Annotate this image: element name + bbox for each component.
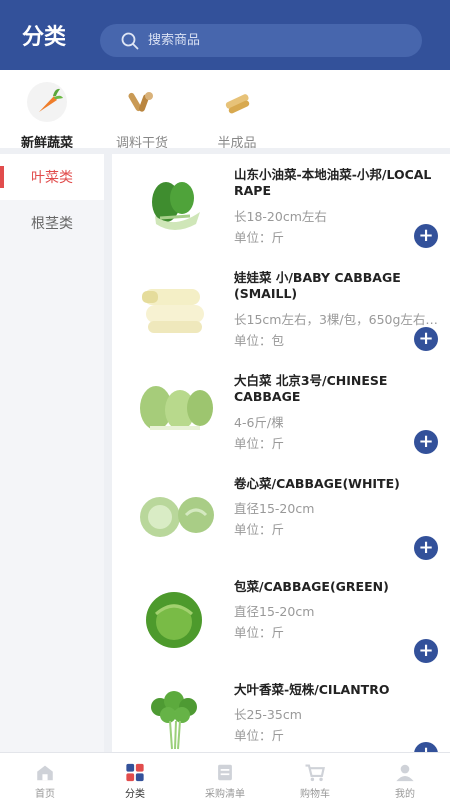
product-name: 包菜/CABBAGE(GREEN) (234, 579, 389, 594)
product-spec: 直径15-20cm (234, 604, 315, 619)
list-item[interactable]: 包菜/CABBAGE(GREEN) 直径15-20cm 单位：斤 + (112, 566, 450, 669)
sidebar-item-leafy[interactable]: 叶菜类 (0, 154, 104, 200)
list-icon (218, 764, 232, 781)
search-input[interactable] (148, 33, 388, 48)
search-bar[interactable] (100, 24, 422, 57)
product-name: 山东小油菜-本地油菜-小邦/LOCAL RAPE (234, 167, 432, 198)
product-list[interactable]: 山东小油菜-本地油菜-小邦/LOCAL RAPE 长18-20cm左右 单位：斤… (112, 154, 450, 752)
category-seasoning[interactable]: 调料干货 (106, 82, 178, 151)
divider (104, 154, 112, 752)
tab-label: 采购清单 (205, 789, 245, 800)
product-image-white-cabbage (140, 497, 214, 537)
profile-icon (396, 764, 414, 782)
tab-label: 首页 (35, 789, 55, 800)
product-unit: 单位：斤 (234, 625, 285, 640)
add-to-cart-button[interactable]: + (414, 639, 438, 663)
category-icon (126, 763, 144, 782)
add-to-cart-button[interactable]: + (414, 327, 438, 351)
add-to-cart-button[interactable]: + (414, 430, 438, 454)
product-unit: 单位：斤 (234, 522, 285, 537)
sidebar-item-root[interactable]: 根茎类 (0, 200, 104, 246)
product-unit: 单位：包 (234, 333, 285, 348)
tab-purchase-list[interactable]: 采购清单 (180, 753, 270, 800)
product-spec: 直径15-20cm (234, 501, 315, 516)
home-icon (37, 765, 53, 781)
product-name: 大叶香菜-短株/CILANTRO (234, 682, 390, 697)
page-title: 分类 (22, 25, 67, 50)
semi-finished-icon (217, 82, 257, 122)
tab-home[interactable]: 首页 (0, 753, 90, 800)
tab-category[interactable]: 分类 (90, 753, 180, 800)
product-spec: 长15cm左右，3棵/包，650g左右/包 (234, 312, 442, 327)
add-to-cart-button[interactable]: + (414, 536, 438, 560)
product-name: 卷心菜/CABBAGE(WHITE) (234, 476, 400, 491)
tab-profile[interactable]: 我的 (360, 753, 450, 800)
bottom-tab-bar: 首页 分类 采购清单 购物车 我的 (0, 752, 450, 800)
add-to-cart-button[interactable]: + (414, 224, 438, 248)
product-unit: 单位：斤 (234, 230, 285, 245)
product-unit: 单位：斤 (234, 728, 285, 743)
product-name: 娃娃菜 小/BABY CABBAGE (SMAILL) (234, 270, 401, 301)
product-unit: 单位：斤 (234, 436, 285, 451)
tab-label: 购物车 (300, 789, 330, 800)
product-spec: 长18-20cm左右 (234, 209, 327, 224)
dried-goods-icon (122, 82, 162, 122)
product-spec: 4-6斤/棵 (234, 415, 284, 430)
tab-label: 分类 (125, 789, 145, 800)
category-fresh-vegetables[interactable]: 新鲜蔬菜 (11, 82, 83, 151)
category-tabs: 新鲜蔬菜 调料干货 半成品 (0, 70, 450, 151)
category-semi-finished[interactable]: 半成品 (201, 82, 273, 151)
tab-label: 我的 (395, 789, 415, 800)
sidebar: 叶菜类 根茎类 (0, 154, 104, 752)
carrot-icon (27, 82, 67, 122)
tab-cart[interactable]: 购物车 (270, 753, 360, 800)
cart-icon (305, 764, 325, 782)
product-image-green-cabbage (146, 592, 202, 648)
list-item[interactable]: 卷心菜/CABBAGE(WHITE) 直径15-20cm 单位：斤 + (112, 463, 450, 566)
product-name: 大白菜 北京3号/CHINESE CABBAGE (234, 373, 388, 404)
product-image-cilantro (151, 691, 197, 750)
list-item[interactable]: 大叶香菜-短株/CILANTRO 长25-35cm 单位：斤 + (112, 669, 450, 752)
search-icon (121, 32, 139, 49)
app-root: 分类 新鲜蔬菜 (0, 0, 450, 800)
list-item[interactable]: 山东小油菜-本地油菜-小邦/LOCAL RAPE 长18-20cm左右 单位：斤… (112, 154, 450, 257)
list-item[interactable]: 大白菜 北京3号/CHINESE CABBAGE 4-6斤/棵 单位：斤 + (112, 360, 450, 463)
product-image-baby-cabbage (142, 289, 204, 333)
product-image-chinese-cabbage (140, 386, 213, 430)
top-header: 分类 (0, 0, 450, 70)
add-to-cart-button[interactable]: + (414, 742, 438, 752)
list-item[interactable]: 娃娃菜 小/BABY CABBAGE (SMAILL) 长15cm左右，3棵/包… (112, 257, 450, 360)
product-spec: 长25-35cm (234, 707, 302, 722)
product-image-bok-choy (152, 182, 200, 230)
